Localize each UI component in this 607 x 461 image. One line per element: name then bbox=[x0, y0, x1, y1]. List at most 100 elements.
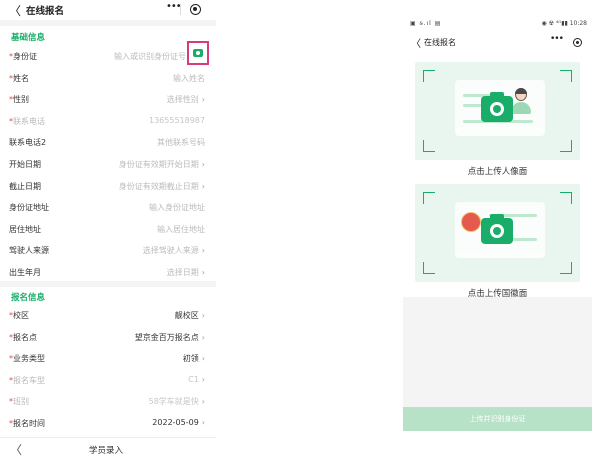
form-row[interactable]: 出生年月 选择日期 › bbox=[0, 261, 216, 283]
status-bar: ▣ ᵴ.ıl ▤ ◉ ☢ ⁴ᴳ▮▮ 10:28 bbox=[403, 17, 592, 31]
form-row[interactable]: 截止日期 身份证有效期截止日期 › bbox=[0, 175, 216, 197]
field-value[interactable]: 初领 › bbox=[183, 353, 205, 364]
field-value-text: 选择性别 bbox=[166, 95, 199, 105]
scan-id-button[interactable] bbox=[187, 41, 209, 65]
back-icon[interactable]: 〈 bbox=[411, 35, 421, 50]
form-row[interactable]: *报名时间 2022-05-09 › bbox=[0, 412, 216, 434]
chevron-right-icon: › bbox=[201, 160, 205, 169]
chevron-right-icon: › bbox=[201, 418, 205, 427]
field-label-text: 报名点 bbox=[13, 332, 37, 342]
more-icon[interactable]: ••• bbox=[166, 1, 182, 12]
field-value[interactable]: 13655518987 bbox=[149, 116, 205, 125]
form-row[interactable]: 身份证地址 输入身份证地址 bbox=[0, 196, 216, 218]
field-label: *报名时间 bbox=[9, 418, 45, 429]
form-row[interactable]: 居住地址 输入居住地址 bbox=[0, 218, 216, 240]
frame-corner bbox=[423, 192, 435, 204]
section-title-basic: 基础信息 bbox=[11, 33, 46, 43]
more-icon[interactable]: ••• bbox=[550, 34, 564, 44]
upload-portrait-card[interactable] bbox=[415, 62, 580, 160]
field-label: *校区 bbox=[9, 310, 29, 321]
field-value-text: 望京金百万报名点 bbox=[134, 332, 199, 342]
nav-divider bbox=[180, 4, 181, 15]
field-value[interactable]: 2022-05-09 › bbox=[152, 418, 205, 427]
portrait-caption[interactable]: 点击上传人像面 bbox=[403, 165, 592, 177]
field-label-text: 联系电话2 bbox=[9, 138, 47, 148]
top-nav: 〈 在线报名 ••• bbox=[403, 34, 592, 52]
frame-corner bbox=[423, 140, 435, 152]
field-value-text: 58学车就是快 bbox=[148, 397, 199, 407]
form-row[interactable]: *班别 58学车就是快 › bbox=[0, 390, 216, 412]
id-upload-screen: ▣ ᵴ.ıl ▤ ◉ ☢ ⁴ᴳ▮▮ 10:28 〈 在线报名 ••• 点击上传人… bbox=[403, 17, 592, 431]
field-value[interactable]: C1 › bbox=[188, 375, 205, 384]
chevron-right-icon: › bbox=[201, 397, 205, 407]
chevron-right-icon: › bbox=[201, 332, 205, 342]
target-icon[interactable] bbox=[573, 38, 582, 47]
form-row[interactable]: *校区 靓校区 › bbox=[0, 304, 216, 326]
form-row[interactable]: 联系电话2 其他联系号码 bbox=[0, 131, 216, 153]
field-value-text: 13655518987 bbox=[149, 115, 205, 125]
section-gap bbox=[0, 20, 216, 26]
camera-icon bbox=[481, 214, 513, 244]
bottom-title: 学员录入 bbox=[89, 446, 124, 456]
field-label: *性别 bbox=[9, 94, 29, 105]
camera-icon bbox=[193, 49, 203, 57]
field-label: *姓名 bbox=[9, 73, 29, 84]
field-value-text: 输入身份证地址 bbox=[149, 203, 205, 213]
chevron-right-icon: › bbox=[201, 246, 205, 256]
field-value[interactable]: 其他联系号码 bbox=[157, 137, 205, 148]
back-icon[interactable]: 〈 bbox=[9, 2, 21, 19]
frame-corner bbox=[560, 140, 572, 152]
field-value[interactable]: 输入身份证地址 bbox=[149, 202, 205, 213]
field-label-text: 报名时间 bbox=[13, 419, 45, 428]
empty-area bbox=[403, 297, 592, 407]
field-label-text: 身份证 bbox=[13, 52, 37, 61]
back-icon[interactable]: 〈 bbox=[10, 441, 22, 458]
form-row[interactable]: *业务类型 初领 › bbox=[0, 347, 216, 369]
field-value-text: 选择驾驶人来源 bbox=[142, 246, 199, 256]
field-value[interactable]: 输入居住地址 bbox=[157, 224, 205, 235]
field-label-text: 身份证地址 bbox=[9, 203, 49, 213]
portrait-icon bbox=[510, 88, 532, 116]
field-value[interactable]: 选择日期 › bbox=[167, 267, 205, 278]
upload-emblem-card[interactable] bbox=[415, 184, 580, 282]
field-value[interactable]: 选择性别 › bbox=[167, 94, 205, 105]
field-value[interactable]: 输入姓名 bbox=[173, 73, 205, 84]
field-value-text: 身份证有效期截止日期 bbox=[118, 181, 199, 191]
form-row[interactable]: *姓名 输入姓名 bbox=[0, 67, 216, 89]
field-value[interactable]: 58学车就是快 › bbox=[149, 396, 205, 407]
top-nav: 〈 在线报名 ••• bbox=[0, 0, 216, 20]
field-label-text: 驾驶人来源 bbox=[9, 246, 49, 256]
field-value-text: 其他联系号码 bbox=[157, 138, 205, 148]
field-value[interactable]: 靓校区 › bbox=[175, 310, 205, 321]
target-icon[interactable] bbox=[190, 4, 201, 15]
chevron-right-icon: › bbox=[201, 311, 205, 320]
field-value[interactable]: 选择驾驶人来源 › bbox=[143, 245, 205, 256]
field-label: *报名车型 bbox=[9, 375, 45, 386]
field-label: *身份证 bbox=[9, 51, 37, 62]
field-value[interactable]: 望京金百万报名点 › bbox=[135, 332, 205, 343]
field-value[interactable]: 身份证有效期截止日期 › bbox=[119, 181, 205, 192]
field-value[interactable]: 输入或识别身份证号 bbox=[114, 51, 186, 62]
field-label: 居住地址 bbox=[9, 224, 41, 235]
field-value-text: 选择日期 bbox=[166, 268, 199, 277]
field-label-text: 出生年月 bbox=[9, 268, 41, 277]
upload-submit-button[interactable]: 上传并识别身份证 bbox=[403, 407, 592, 431]
field-label-text: 校区 bbox=[13, 311, 29, 320]
form-row[interactable]: *报名点 望京金百万报名点 › bbox=[0, 326, 216, 348]
field-value[interactable]: 身份证有效期开始日期 › bbox=[119, 159, 205, 170]
field-label: *班别 bbox=[9, 396, 29, 407]
page-title: 在线报名 bbox=[424, 38, 456, 47]
field-label: *业务类型 bbox=[9, 353, 45, 364]
field-label: 开始日期 bbox=[9, 159, 41, 170]
field-label-text: 截止日期 bbox=[9, 181, 41, 191]
form-row[interactable]: *联系电话 13655518987 bbox=[0, 110, 216, 132]
field-value-text: C1 bbox=[188, 374, 199, 384]
form-row[interactable]: *报名车型 C1 › bbox=[0, 369, 216, 391]
field-value-text: 输入居住地址 bbox=[157, 224, 205, 234]
form-row[interactable]: *性别 选择性别 › bbox=[0, 88, 216, 110]
frame-corner bbox=[560, 192, 572, 204]
form-row[interactable]: 驾驶人来源 选择驾驶人来源 › bbox=[0, 239, 216, 261]
form-row[interactable]: 开始日期 身份证有效期开始日期 › bbox=[0, 153, 216, 175]
field-value-text: 输入或识别身份证号 bbox=[114, 52, 186, 61]
form-row[interactable]: *身份证 输入或识别身份证号 bbox=[0, 45, 216, 67]
